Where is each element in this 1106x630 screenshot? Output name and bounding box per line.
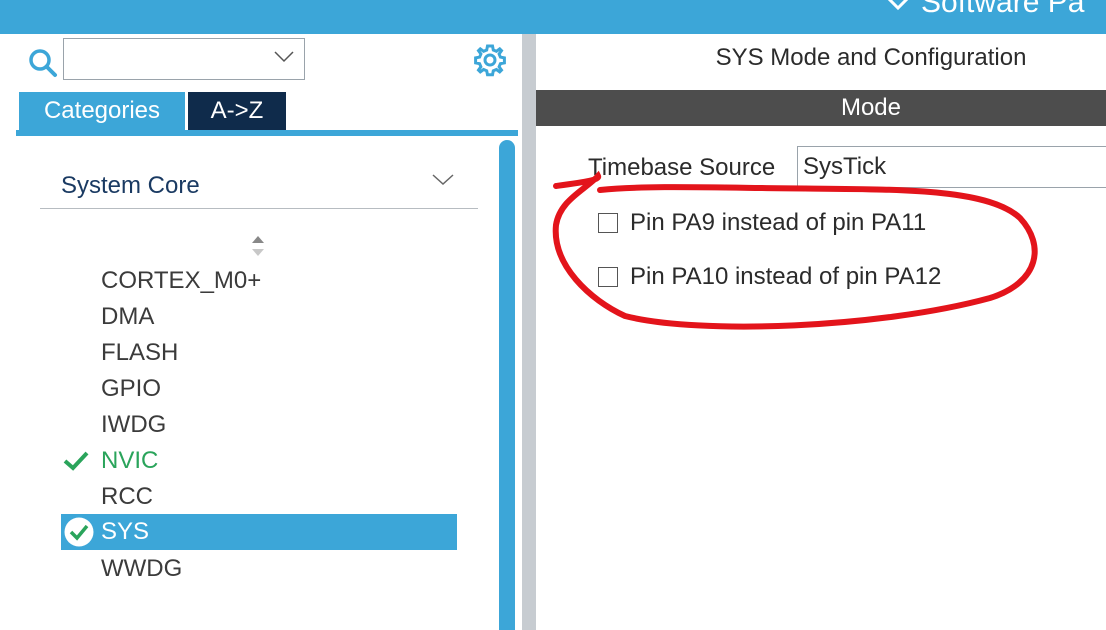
list-item-nvic[interactable]: NVIC (101, 445, 158, 477)
list-item-iwdg[interactable]: IWDG (101, 409, 166, 441)
list-item-label: SYS (101, 518, 150, 545)
top-banner: Software Pa (0, 0, 1106, 34)
list-item-dma[interactable]: DMA (101, 301, 154, 333)
software-packs-header[interactable]: Software Pa (885, 0, 1084, 20)
timebase-source-select[interactable]: SysTick (797, 146, 1106, 188)
timebase-source-label: Timebase Source (588, 154, 776, 181)
chevron-down-icon (432, 174, 454, 186)
list-item-wwdg[interactable]: WWDG (101, 553, 182, 585)
chevron-down-icon (887, 0, 909, 11)
checkbox-label: Pin PA9 instead of pin PA11 (630, 209, 927, 236)
search-input[interactable] (70, 39, 274, 79)
list-item-gpio[interactable]: GPIO (101, 373, 161, 405)
search-icon[interactable] (28, 48, 58, 78)
panel-title: SYS Mode and Configuration (715, 44, 1027, 71)
tab-categories[interactable]: Categories (19, 92, 185, 130)
gear-icon[interactable] (473, 43, 507, 77)
header-title: Software Pa (921, 0, 1085, 19)
list-item-rcc[interactable]: RCC (101, 481, 153, 513)
chevron-down-icon[interactable] (274, 51, 294, 63)
panel-divider[interactable] (522, 34, 536, 630)
checkbox-row-pa9[interactable]: Pin PA9 instead of pin PA11 (598, 207, 926, 239)
check-circle-icon (64, 517, 94, 547)
mode-section-label: Mode (840, 94, 902, 121)
list-item-cortex-m0[interactable]: CORTEX_M0+ (101, 265, 261, 297)
checkbox-pa9[interactable] (598, 213, 618, 233)
mode-section-header[interactable]: Mode (536, 90, 1106, 126)
list-item-flash[interactable]: FLASH (101, 337, 178, 369)
check-icon (63, 451, 89, 471)
list-item-sys[interactable]: SYS (61, 514, 457, 550)
checkbox-label: Pin PA10 instead of pin PA12 (630, 263, 942, 290)
checkbox-pa10[interactable] (598, 267, 618, 287)
sort-icon[interactable] (250, 234, 266, 258)
checkbox-row-pa10[interactable]: Pin PA10 instead of pin PA12 (598, 261, 941, 293)
scrollbar-thumb[interactable] (499, 140, 515, 630)
search-input-box[interactable] (63, 38, 305, 80)
tab-a-z[interactable]: A->Z (188, 92, 286, 130)
tab-underline (16, 130, 518, 136)
category-dropdown[interactable]: System Core (40, 160, 478, 209)
category-dropdown-label: System Core (61, 172, 200, 199)
